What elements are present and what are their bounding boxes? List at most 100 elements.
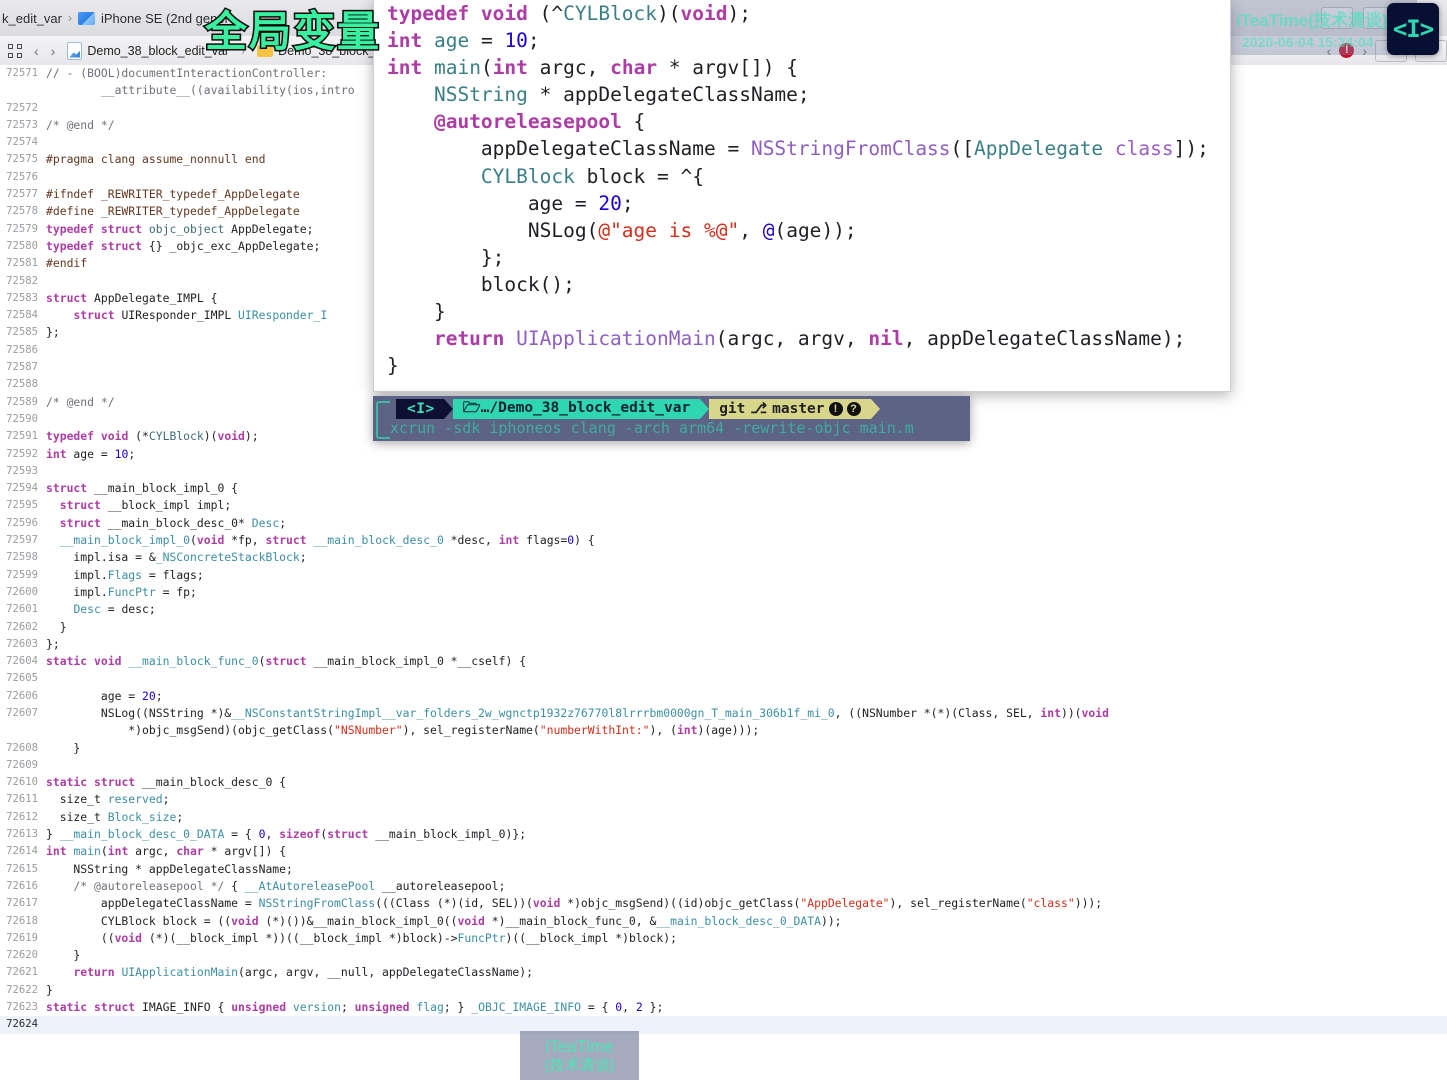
back-button[interactable]: ‹ <box>34 43 39 59</box>
overlay-token: block = ^{ <box>574 164 704 188</box>
line-source: } <box>46 982 53 997</box>
editor-line[interactable]: 72595 struct __block_impl impl; <box>0 497 1447 514</box>
line-number: 72623 <box>6 1001 38 1014</box>
line-source: // - (BOOL)documentInteractionController… <box>46 66 328 80</box>
editor-line[interactable]: 72618 CYLBlock block = ((void (*)())&__m… <box>0 913 1447 930</box>
line-source: #pragma clang assume_nonnull end <box>46 152 266 167</box>
line-source: return UIApplicationMain(argc, argv, __n… <box>73 965 533 980</box>
editor-line[interactable]: 72601 Desc = desc; <box>0 601 1447 618</box>
overlay-code-line: appDelegateClassName = NSStringFromClass… <box>374 135 1230 162</box>
editor-line[interactable]: 72611 size_t reserved; <box>0 791 1447 808</box>
editor-line[interactable]: 72614 int main(int argc, char * argv[]) { <box>0 843 1447 860</box>
line-source: #endif <box>46 256 88 271</box>
line-number: 72583 <box>6 291 38 304</box>
editor-line[interactable]: 72615 NSString * appDelegateClassName; <box>0 861 1447 878</box>
line-number: 72613 <box>6 828 38 841</box>
line-number: 72624 <box>6 1018 38 1031</box>
line-number: 72601 <box>6 603 38 616</box>
overlay-token: void <box>480 2 540 25</box>
code-snippet-overlay: typedef void (^CYLBlock)(void); int age =… <box>373 0 1231 392</box>
editor-line[interactable]: 72608 } <box>0 740 1447 757</box>
editor-line[interactable]: 72594 struct __main_block_impl_0 { <box>0 480 1447 497</box>
editor-line[interactable]: 72597 __main_block_impl_0(void *fp, stru… <box>0 532 1447 549</box>
overlay-token: @"age is %@" <box>598 218 740 242</box>
editor-line[interactable]: 72599 impl.Flags = flags; <box>0 567 1447 584</box>
overlay-token: appDelegateClassName = <box>387 137 751 161</box>
line-number: 72575 <box>6 153 38 166</box>
editor-line[interactable]: 72592 int age = 10; <box>0 446 1447 463</box>
overlay-token: } <box>387 300 446 324</box>
watermark-title: 全局变量 <box>203 7 382 57</box>
editor-line[interactable]: 72598 impl.isa = &_NSConcreteStackBlock; <box>0 549 1447 566</box>
editor-line[interactable]: 72607 NSLog((NSString *)&__NSConstantStr… <box>0 705 1447 722</box>
editor-line[interactable]: 72593 <box>0 463 1447 480</box>
editor-line[interactable]: 72596 struct __main_block_desc_0* Desc; <box>0 515 1447 532</box>
line-source: impl.FuncPtr = fp; <box>46 584 197 599</box>
editor-line[interactable]: 72623 static struct IMAGE_INFO { unsigned… <box>0 999 1447 1016</box>
line-number: 72609 <box>6 758 38 771</box>
line-number: 72604 <box>6 655 38 668</box>
editor-line[interactable]: 72606 age = 20; <box>0 688 1447 705</box>
line-number: 72582 <box>6 274 38 287</box>
overlay-token: = <box>469 29 505 53</box>
line-source: *)objc_msgSend)(objc_getClass("NSNumber"… <box>46 723 760 738</box>
line-number: 72610 <box>6 776 38 789</box>
segment-arrow-icon <box>870 399 880 419</box>
line-source: __main_block_impl_0(void *fp, struct __m… <box>59 533 595 548</box>
scheme-breadcrumb[interactable]: k_edit_var › iPhone SE (2nd gener <box>0 11 229 26</box>
editor-line[interactable]: 72624 <box>0 1016 1447 1034</box>
overlay-token: argc, <box>539 56 611 80</box>
line-number: 72581 <box>6 257 38 270</box>
line-number: 72606 <box>6 689 38 702</box>
editor-line[interactable]: 72616 /* @autoreleasepool */ { __AtAutor… <box>0 878 1447 895</box>
overlay-token: (^ <box>539 2 564 25</box>
line-number: 72619 <box>6 931 38 944</box>
watermark-bottom: iTeaTime (技术清谈) <box>520 1031 639 1080</box>
editor-line[interactable]: 72603}; <box>0 636 1447 653</box>
overlay-token: * appDelegateClassName; <box>527 83 810 107</box>
editor-line[interactable]: 72610 static struct __main_block_desc_0 { <box>0 774 1447 791</box>
overlay-code-line: int main(int argc, char * argv[]) { <box>374 54 1230 81</box>
line-number: 72585 <box>6 326 38 339</box>
editor-line[interactable]: 72621 return UIApplicationMain(argc, arg… <box>0 964 1447 981</box>
overlay-token: char <box>610 56 669 80</box>
editor-line[interactable]: 72602 } <box>0 619 1447 636</box>
line-number: 72579 <box>6 222 38 235</box>
editor-line[interactable]: 72613} __main_block_desc_0_DATA = { 0, s… <box>0 826 1447 843</box>
overlay-token: int <box>492 56 540 80</box>
line-source: /* @end */ <box>46 117 115 132</box>
line-number: 72573 <box>6 118 38 131</box>
line-source: #define _REWRITER_typedef_AppDelegate <box>46 204 300 219</box>
line-source: size_t reserved; <box>46 792 170 807</box>
path-segment: 🗁…/Demo_38_block_edit_var <box>452 399 701 419</box>
overlay-token: NSLog( <box>387 218 599 242</box>
git-untracked-badge: ? <box>846 402 861 416</box>
editor-line[interactable]: 72620 } <box>0 947 1447 964</box>
line-source: size_t Block_size; <box>46 809 184 824</box>
line-number: 72592 <box>6 447 38 460</box>
editor-line[interactable]: 72622} <box>0 982 1447 999</box>
editor-line[interactable]: 72604 static void __main_block_func_0(str… <box>0 653 1447 670</box>
editor-line[interactable]: 72617 appDelegateClassName = NSStringFro… <box>0 895 1447 912</box>
overlay-token: }; <box>387 245 505 269</box>
watermark-brand-top: iTeaTime(技术清谈) <box>1236 11 1388 30</box>
editor-line[interactable]: 72612 size_t Block_size; <box>0 809 1447 826</box>
overlay-token: ([ <box>950 137 975 161</box>
git-label: git <box>719 401 746 417</box>
scheme-name: k_edit_var <box>2 10 62 26</box>
git-dirty-badge: ! <box>828 402 843 416</box>
editor-line[interactable]: 72605 <box>0 670 1447 687</box>
line-number: 72605 <box>6 672 38 685</box>
overlay-code-line: return UIApplicationMain(argc, argv, nil… <box>374 325 1230 352</box>
overlay-token: @ <box>762 218 775 242</box>
overlay-code-line: } <box>374 352 1230 379</box>
overlay-token: int <box>387 29 434 53</box>
editor-line[interactable]: *)objc_msgSend)(objc_getClass("NSNumber"… <box>0 722 1447 739</box>
editor-line[interactable]: 72609 <box>0 757 1447 774</box>
line-number: 72591 <box>6 430 38 443</box>
editor-line[interactable]: 72600 impl.FuncPtr = fp; <box>0 584 1447 601</box>
editor-line[interactable]: 72619 ((void (*)(__block_impl *))((__blo… <box>0 930 1447 947</box>
related-items-icon[interactable] <box>8 43 22 58</box>
forward-button[interactable]: › <box>51 43 56 59</box>
line-number: 72589 <box>6 395 38 408</box>
